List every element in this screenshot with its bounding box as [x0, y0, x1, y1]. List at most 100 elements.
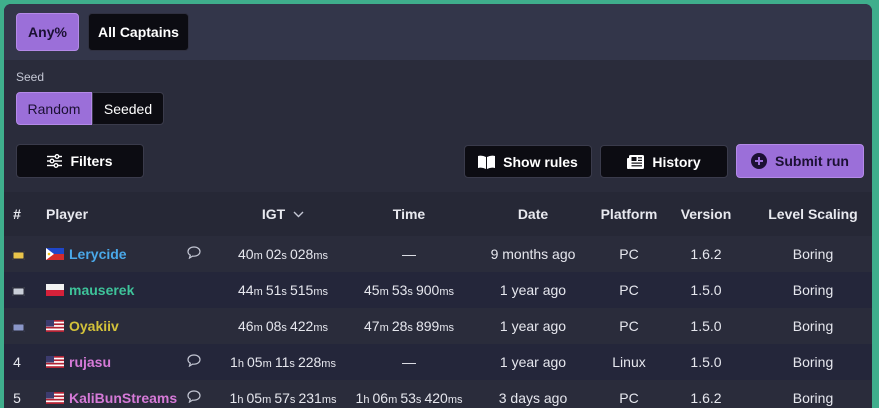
duration-unit: ms — [321, 394, 337, 406]
usa-flag-icon — [46, 319, 64, 332]
show-rules-button[interactable]: Show rules — [464, 145, 592, 178]
time-cell: — — [352, 236, 466, 272]
player-cell[interactable]: Oyakiiv — [22, 308, 174, 344]
player-name-link[interactable]: Oyakiiv — [69, 318, 119, 334]
duration-unit: m — [388, 394, 401, 406]
filters-button[interactable]: Filters — [16, 144, 144, 178]
gold-medal-icon — [12, 251, 25, 260]
platform-cell: PC — [619, 390, 639, 406]
duration-unit: h — [363, 394, 373, 406]
duration-number: 02 — [265, 246, 282, 262]
seed-label: Seed — [16, 70, 45, 84]
player-cell[interactable]: Lerycide — [22, 236, 174, 272]
duration-number: 44 — [238, 282, 254, 298]
time-empty: — — [402, 246, 416, 262]
header-platform[interactable]: Platform — [600, 192, 658, 236]
chevron-down-icon — [293, 211, 304, 218]
duration-unit: m — [253, 250, 266, 262]
history-label: History — [652, 153, 701, 170]
header-version[interactable]: Version — [658, 192, 754, 236]
table-row[interactable]: 4 rujasu 1h 05m 11s 228ms — 1 year ago Linux 1… — [4, 344, 872, 380]
category-any-percent-button[interactable]: Any% — [16, 13, 79, 51]
book-icon — [478, 155, 496, 169]
platform-cell: PC — [619, 318, 639, 334]
level-scaling-cell: Boring — [792, 318, 834, 334]
duration-unit: ms — [321, 358, 336, 370]
rank-cell: 4 — [4, 344, 22, 380]
philippines-flag-icon — [46, 247, 64, 260]
duration-unit: m — [262, 358, 275, 370]
poland-flag-icon — [46, 283, 64, 296]
duration-number: 53 — [391, 282, 408, 298]
version-cell: 1.6.2 — [690, 390, 722, 406]
table-header-row: # Player IGT Time Date Platform Version … — [4, 192, 872, 236]
player-name-link[interactable]: KaliBunStreams — [69, 390, 177, 406]
date-cell: 1 year ago — [499, 354, 567, 370]
comment-icon[interactable] — [187, 246, 201, 259]
header-date[interactable]: Date — [466, 192, 600, 236]
player-cell[interactable]: rujasu — [22, 344, 174, 380]
rank-cell — [4, 272, 25, 308]
history-button[interactable]: History — [600, 145, 728, 178]
sliders-icon — [47, 154, 63, 168]
comment-icon[interactable] — [187, 390, 201, 403]
version-cell: 1.5.0 — [690, 354, 722, 370]
igt-cell: 44m 51s 515ms — [214, 272, 352, 308]
duration-number: 028 — [289, 246, 314, 262]
duration-number: 28 — [391, 318, 408, 334]
duration-number: 51 — [265, 282, 282, 298]
table-row[interactable]: Oyakiiv 46m 08s 422ms 47m 28s 899ms 1 year … — [4, 308, 872, 344]
duration-unit: s — [281, 250, 290, 262]
comment-cell — [174, 272, 214, 308]
table-row[interactable]: Lerycide 40m 02s 028ms — 9 months ago PC 1.6.… — [4, 236, 872, 272]
date-cell: 9 months ago — [490, 246, 576, 262]
usa-flag-icon — [46, 391, 64, 404]
duration-number: 231 — [298, 390, 322, 406]
duration-unit: ms — [313, 250, 328, 262]
newspaper-icon — [627, 154, 645, 169]
duration-unit: ms — [313, 322, 328, 334]
seed-seeded-button[interactable]: Seeded — [92, 92, 164, 125]
time-cell: 45m 53s 900ms — [352, 272, 466, 308]
header-level-scaling[interactable]: Level Scaling — [754, 192, 872, 236]
category-all-captains-button[interactable]: All Captains — [88, 13, 189, 51]
duration-number: 422 — [289, 318, 314, 334]
platform-cell: PC — [619, 246, 639, 262]
duration-unit: m — [379, 286, 392, 298]
duration-unit: ms — [439, 286, 454, 298]
duration-number: 05 — [246, 390, 263, 406]
date-cell: 1 year ago — [499, 282, 567, 298]
level-scaling-cell: Boring — [792, 354, 834, 370]
table-row[interactable]: mauserek 44m 51s 515ms 45m 53s 900ms 1 year… — [4, 272, 872, 308]
player-name-link[interactable]: mauserek — [69, 282, 134, 298]
rank-cell — [4, 236, 25, 272]
header-igt[interactable]: IGT — [214, 192, 352, 236]
seed-random-button[interactable]: Random — [16, 92, 92, 125]
category-bar: Any% All Captains — [4, 4, 872, 60]
platform-cell: PC — [619, 282, 639, 298]
duration-unit: h — [237, 394, 247, 406]
igt-cell: 40m 02s 028ms — [214, 236, 352, 272]
duration-number: 06 — [372, 390, 389, 406]
player-cell[interactable]: KaliBunStreams — [22, 380, 177, 408]
duration-unit: ms — [313, 286, 328, 298]
level-scaling-cell: Boring — [792, 246, 834, 262]
igt-cell: 46m 08s 422ms — [214, 308, 352, 344]
duration-number: 53 — [400, 390, 416, 406]
header-player[interactable]: Player — [22, 192, 174, 236]
player-name-link[interactable]: Lerycide — [69, 246, 127, 262]
submit-run-button[interactable]: Submit run — [736, 144, 864, 178]
bronze-medal-icon — [12, 323, 25, 332]
time-cell: 47m 28s 899ms — [352, 308, 466, 344]
date-cell: 3 days ago — [498, 390, 568, 406]
filters-label: Filters — [70, 153, 113, 169]
table-row[interactable]: 5 KaliBunStreams 1h 05m 57s 231ms 1h 06m 53… — [4, 380, 872, 408]
rank-cell: 5 — [4, 380, 22, 408]
header-time[interactable]: Time — [352, 192, 466, 236]
player-name-link[interactable]: rujasu — [69, 354, 111, 370]
silver-medal-icon — [12, 287, 25, 296]
player-cell[interactable]: mauserek — [22, 272, 174, 308]
comment-icon[interactable] — [187, 354, 201, 367]
duration-number: 228 — [297, 354, 322, 370]
duration-number: 899 — [415, 318, 440, 334]
